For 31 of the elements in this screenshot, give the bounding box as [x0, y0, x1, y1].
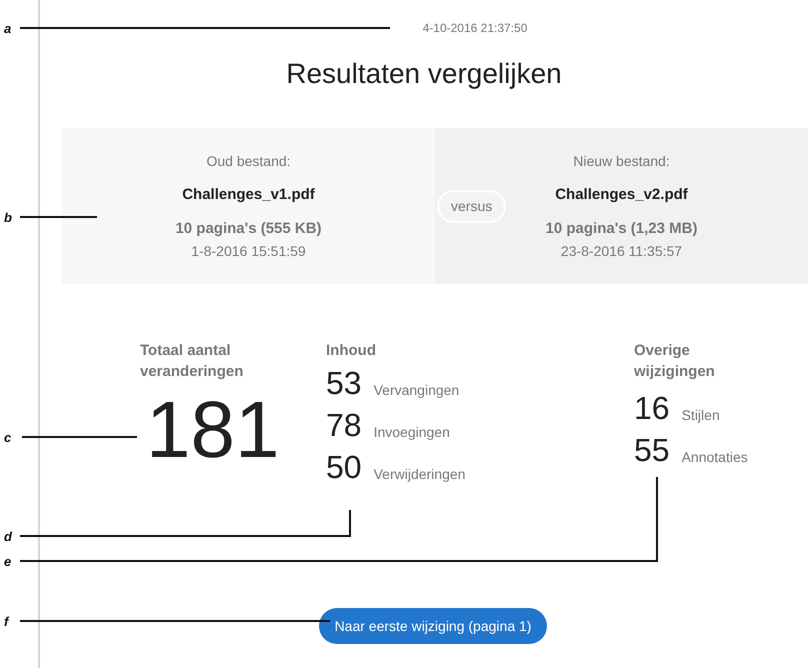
change-count: 50 [326, 451, 362, 483]
change-label: Invoegingen [374, 423, 450, 442]
callout-label: c [4, 429, 12, 447]
page-title: Resultaten vergelijken [286, 57, 562, 91]
total-heading: Totaal aantal veranderingen [140, 341, 244, 382]
change-label: Vervangingen [374, 381, 460, 400]
content-heading: Inhoud [326, 341, 377, 361]
other-heading: Overige wijzigingen [634, 341, 716, 382]
first-change-button[interactable]: Naar eerste wijziging (pagina 1) [318, 608, 548, 644]
file-date: 23-8-2016 11:35:57 [560, 242, 682, 260]
callout-label: b [4, 209, 12, 227]
change-count: 16 [634, 392, 670, 424]
change-label: Annotaties [682, 448, 748, 467]
change-count: 55 [634, 434, 670, 466]
total-count: 181 [146, 390, 280, 470]
change-count: 78 [326, 409, 362, 441]
callout-label: a [4, 20, 12, 38]
file-pages: 10 pagina's (1,23 MB) [546, 219, 698, 239]
versus-badge: versus [437, 190, 506, 223]
change-count: 53 [326, 367, 362, 399]
callout-label: d [4, 528, 12, 546]
file-label: Oud bestand: [206, 152, 291, 170]
file-pages: 10 pagina's (555 KB) [175, 219, 322, 239]
callout-label: f [4, 613, 8, 631]
change-label: Verwijderingen [374, 465, 466, 484]
file-name: Challenges_v2.pdf [555, 184, 688, 204]
file-date: 1-8-2016 15:51:59 [191, 242, 306, 260]
callout-label: e [4, 553, 12, 571]
file-name: Challenges_v1.pdf [182, 184, 315, 204]
file-label: Nieuw bestand: [573, 152, 670, 170]
change-label: Stijlen [682, 406, 720, 425]
